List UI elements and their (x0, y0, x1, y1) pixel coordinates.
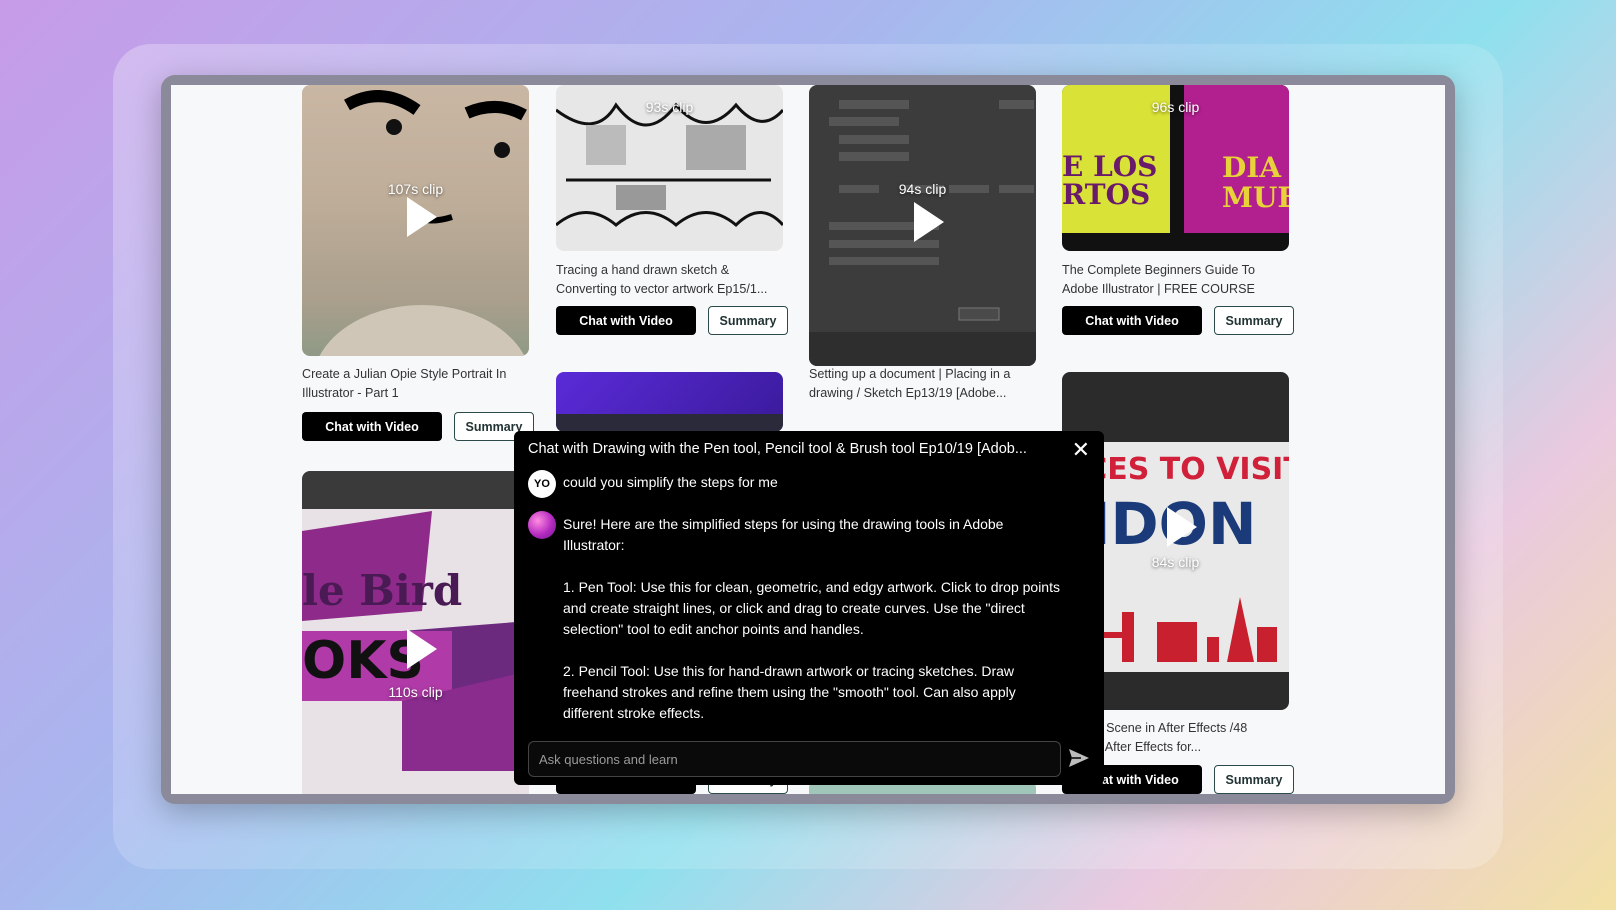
clip-duration: 110s clip (388, 684, 443, 700)
clip-duration: 93s clip (645, 99, 694, 115)
chat-with-video-button[interactable]: Chat with Video (556, 306, 696, 335)
thumbnail-text: DIA MUE (1222, 151, 1289, 214)
chat-panel: Chat with Drawing with the Pen tool, Pen… (514, 431, 1104, 785)
chat-input[interactable] (528, 741, 1061, 777)
video-thumbnail[interactable]: E LOS RTOS DIA MUE 96s clip (1062, 85, 1289, 251)
video-title[interactable]: Create a Julian Opie Style Portrait In I… (302, 365, 529, 402)
clip-duration: 96s clip (1151, 99, 1200, 115)
send-icon[interactable] (1069, 749, 1089, 767)
video-thumbnail[interactable] (556, 372, 783, 432)
play-icon[interactable] (1166, 506, 1197, 547)
thumbnail-text: le Bird (302, 566, 463, 615)
thumbnail-text: E LOS RTOS (1062, 150, 1158, 211)
summary-button[interactable]: Summary (708, 306, 788, 335)
clip-duration: 107s clip (387, 181, 444, 197)
avatar: YO (528, 470, 556, 498)
chat-with-video-button[interactable]: Chat with Video (1062, 306, 1202, 335)
browser-window: 107s clip Create a Julian Opie Style Por… (161, 75, 1455, 804)
summary-button[interactable]: Summary (1214, 306, 1294, 335)
play-icon[interactable] (406, 196, 437, 237)
video-thumbnail[interactable]: 107s clip (302, 85, 529, 356)
assistant-avatar (528, 511, 556, 539)
video-grid: 107s clip Create a Julian Opie Style Por… (171, 85, 1445, 794)
clip-duration: 94s clip (898, 181, 947, 197)
video-title[interactable]: The Complete Beginners Guide To Adobe Il… (1062, 261, 1289, 298)
video-thumbnail[interactable]: 93s clip (556, 85, 783, 251)
chat-title: Chat with Drawing with the Pen tool, Pen… (528, 441, 1027, 457)
chat-with-video-button[interactable]: Chat with Video (302, 412, 442, 441)
user-message: could you simplify the steps for me (563, 474, 778, 490)
assistant-message: Sure! Here are the simplified steps for … (563, 516, 1060, 721)
play-icon[interactable] (406, 628, 437, 669)
video-thumbnail[interactable]: le Bird OKS 110s clip (302, 471, 529, 794)
video-title[interactable]: Setting up a document | Placing in a dra… (809, 365, 1036, 402)
video-title[interactable]: Tracing a hand drawn sketch & Converting… (556, 261, 783, 298)
close-icon[interactable]: ✕ (1072, 437, 1090, 463)
play-icon[interactable] (913, 201, 944, 242)
app-toolbar (556, 414, 783, 432)
summary-button[interactable]: Summary (1214, 765, 1294, 794)
video-thumbnail[interactable]: 94s clip (809, 85, 1036, 366)
